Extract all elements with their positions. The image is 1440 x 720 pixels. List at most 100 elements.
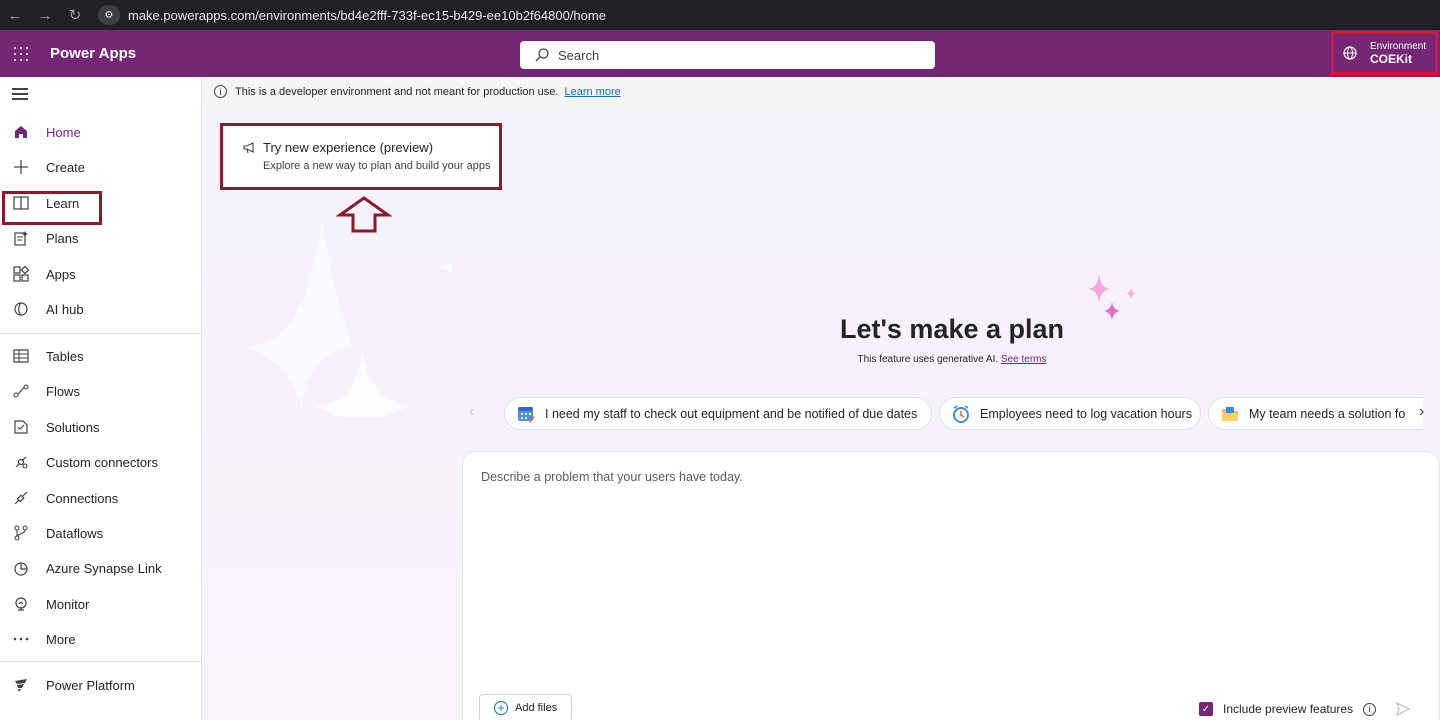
sidebar-item-ai-hub[interactable]: AI hub	[0, 294, 200, 324]
chevron-left-icon[interactable]: ‹	[469, 403, 474, 421]
sidebar-item-custom-connectors[interactable]: Custom connectors	[0, 447, 200, 477]
info-icon: i	[214, 85, 227, 98]
add-circle-icon: +	[494, 701, 508, 715]
suggestion-chip[interactable]: I need my staff to check out equipment a…	[504, 397, 932, 430]
custom-connectors-icon	[12, 453, 30, 471]
include-preview-checkbox[interactable]: ✓	[1199, 702, 1213, 716]
apps-icon	[12, 265, 30, 283]
suggestion-chip[interactable]: Employees need to log vacation hours	[939, 397, 1201, 430]
site-info-icon[interactable]: ⚙	[98, 5, 120, 25]
try-new-experience-card[interactable]: Try new experience (preview) Explore a n…	[220, 123, 502, 190]
address-bar[interactable]: ⚙ make.powerapps.com/environments/bd4e2f…	[98, 4, 1432, 26]
sidebar-item-create[interactable]: Create	[0, 152, 200, 182]
search-box[interactable]: Search	[520, 41, 935, 69]
home-icon	[12, 123, 30, 141]
search-placeholder: Search	[558, 47, 600, 63]
url-text: make.powerapps.com/environments/bd4e2fff…	[128, 7, 606, 23]
app-launcher-icon[interactable]	[0, 30, 42, 77]
sidebar-item-label: AI hub	[46, 301, 84, 317]
clock-icon	[953, 404, 969, 423]
sidebar-item-label: Flows	[46, 383, 80, 399]
sidebar-item-label: Create	[46, 159, 86, 175]
learn-more-link[interactable]: Learn more	[564, 86, 620, 98]
include-preview-label: Include preview features	[1223, 702, 1354, 716]
sidebar-item-home[interactable]: Home	[0, 117, 200, 147]
nav-divider	[0, 661, 202, 662]
monitor-icon	[12, 595, 30, 613]
back-arrow-icon[interactable]: ←	[0, 0, 30, 30]
globe-icon	[1343, 46, 1357, 60]
suggestion-text: My team needs a solution fo	[1249, 406, 1406, 421]
environment-name: COEKit	[1370, 52, 1412, 66]
sidebar-item-label: Plans	[46, 230, 79, 246]
sidebar-item-label: Azure Synapse Link	[46, 560, 162, 576]
folder-icon	[1222, 406, 1238, 421]
info-icon[interactable]: i	[1363, 702, 1377, 716]
sidebar-item-plans[interactable]: Plans	[0, 223, 200, 253]
see-terms-link[interactable]: See terms	[1001, 354, 1047, 365]
developer-environment-notice: i This is a developer environment and no…	[202, 77, 1440, 106]
more-icon	[12, 630, 30, 648]
sidebar-item-label: Connections	[46, 490, 119, 506]
sidebar-item-label: Monitor	[46, 596, 90, 612]
include-preview-toggle: ✓ Include preview features i	[1199, 702, 1411, 716]
sidebar-item-label: Tables	[46, 348, 84, 364]
sidebar-item-flows[interactable]: Flows	[0, 376, 200, 406]
chevron-right-icon[interactable]: ›	[1419, 403, 1424, 421]
sidebar-item-tables[interactable]: Tables	[0, 341, 200, 371]
sidebar-item-label: Solutions	[46, 419, 100, 435]
calendar-icon	[518, 406, 535, 423]
app-header: Power Apps Search Environment COEKit	[0, 30, 1440, 77]
ai-hub-icon	[12, 300, 30, 318]
table-icon	[12, 347, 30, 365]
hamburger-menu-icon[interactable]	[12, 88, 28, 100]
sidebar-item-connections[interactable]: Connections	[0, 483, 200, 513]
plans-icon	[12, 229, 30, 247]
dataflows-icon	[12, 524, 30, 542]
sidebar-item-apps[interactable]: Apps	[0, 259, 200, 289]
ai-disclaimer: This feature uses generative AI.	[857, 354, 999, 365]
notice-text: This is a developer environment and not …	[235, 85, 559, 98]
sidebar-item-more[interactable]: More	[0, 624, 200, 654]
synapse-icon	[12, 559, 30, 577]
left-nav: Home Create Learn Plans Apps AI hub Tabl…	[0, 77, 202, 720]
power-platform-icon	[12, 676, 30, 694]
send-icon[interactable]	[1396, 702, 1411, 716]
solutions-icon	[12, 418, 30, 436]
sidebar-item-power-platform[interactable]: Power Platform	[0, 670, 200, 700]
sidebar-item-monitor[interactable]: Monitor	[0, 589, 200, 619]
forward-arrow-icon[interactable]: →	[30, 0, 60, 30]
sidebar-item-label: More	[46, 631, 76, 647]
add-files-label: Add files	[515, 702, 558, 714]
main-content: i This is a developer environment and no…	[202, 77, 1440, 720]
try-card-title: Try new experience (preview)	[263, 140, 434, 155]
sidebar-item-label: Dataflows	[46, 525, 104, 541]
reload-icon[interactable]: ↻	[60, 0, 90, 30]
sidebar-item-label: Power Platform	[46, 677, 135, 693]
sidebar-item-azure-synapse-link[interactable]: Azure Synapse Link	[0, 553, 200, 583]
prompt-panel: + Add files ✓ Include preview features i	[462, 451, 1440, 720]
search-icon	[535, 48, 549, 62]
sidebar-item-dataflows[interactable]: Dataflows	[0, 518, 200, 548]
suggestion-chip[interactable]: My team needs a solution fo	[1208, 397, 1423, 430]
suggestion-text: Employees need to log vacation hours	[980, 406, 1192, 421]
flows-icon	[12, 382, 30, 400]
sidebar-item-label: Apps	[46, 266, 76, 282]
up-arrow-annotation-icon	[336, 196, 392, 233]
nav-divider	[0, 333, 202, 334]
problem-description-input[interactable]	[481, 470, 1181, 484]
plus-icon	[12, 158, 30, 176]
home-highlight-box	[2, 191, 102, 225]
sidebar-item-solutions[interactable]: Solutions	[0, 412, 200, 442]
sidebar-item-label: Custom connectors	[46, 454, 158, 470]
megaphone-icon	[243, 142, 254, 154]
hero-heading: Let's make a plan	[839, 314, 1064, 344]
hero-subtext: This feature uses generative AI. See ter…	[702, 354, 1202, 365]
add-files-button[interactable]: + Add files	[479, 694, 573, 720]
app-title[interactable]: Power Apps	[50, 45, 136, 62]
environment-picker[interactable]: Environment COEKit	[1331, 31, 1438, 75]
suggestion-text: I need my staff to check out equipment a…	[545, 406, 918, 421]
try-card-subtitle: Explore a new way to plan and build your…	[263, 160, 491, 172]
sidebar-item-label: Home	[46, 124, 81, 140]
connections-icon	[12, 489, 30, 507]
